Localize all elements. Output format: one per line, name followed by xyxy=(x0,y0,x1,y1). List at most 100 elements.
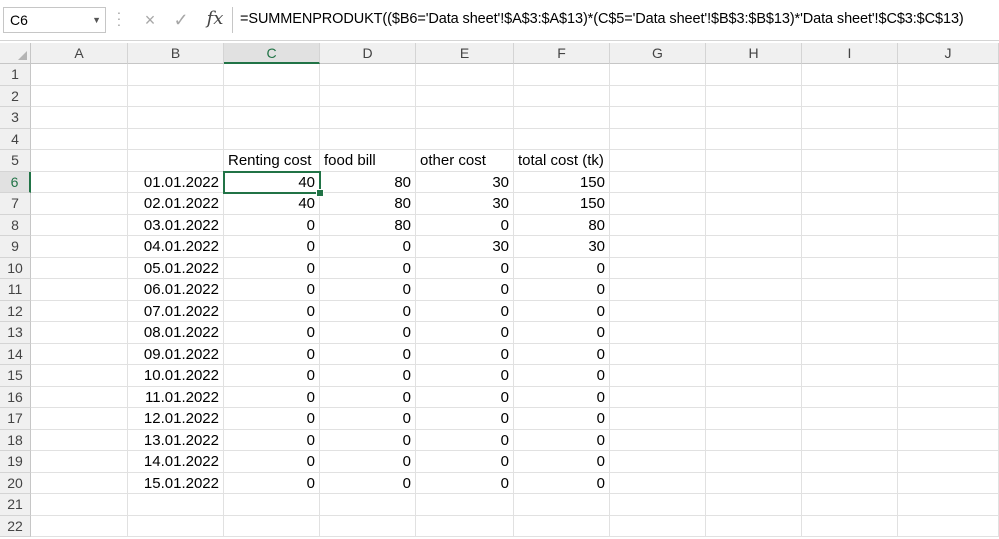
cell-e17[interactable]: 0 xyxy=(416,408,514,430)
row-header-11[interactable]: 11 xyxy=(0,279,31,301)
row-header-16[interactable]: 16 xyxy=(0,386,31,408)
column-header-h[interactable]: H xyxy=(706,43,802,64)
cell-f17[interactable]: 0 xyxy=(514,408,610,430)
cell-j18[interactable] xyxy=(898,429,999,451)
cell-i10[interactable] xyxy=(802,257,898,279)
cell-f7[interactable]: 150 xyxy=(514,193,610,215)
cell-f12[interactable]: 0 xyxy=(514,300,610,322)
cell-b19[interactable]: 14.01.2022 xyxy=(128,451,224,473)
cell-e16[interactable]: 0 xyxy=(416,386,514,408)
cell-a14[interactable] xyxy=(31,343,128,365)
cell-i14[interactable] xyxy=(802,343,898,365)
cell-d22[interactable] xyxy=(320,515,416,537)
cell-i21[interactable] xyxy=(802,494,898,516)
cell-i22[interactable] xyxy=(802,515,898,537)
cell-b1[interactable] xyxy=(128,64,224,86)
cell-i11[interactable] xyxy=(802,279,898,301)
cell-g14[interactable] xyxy=(610,343,706,365)
cell-f6[interactable]: 150 xyxy=(514,171,610,193)
cell-d21[interactable] xyxy=(320,494,416,516)
row-header-21[interactable]: 21 xyxy=(0,494,31,516)
column-header-f[interactable]: F xyxy=(514,43,610,64)
cell-c20[interactable]: 0 xyxy=(224,472,320,494)
cell-d15[interactable]: 0 xyxy=(320,365,416,387)
cell-b16[interactable]: 11.01.2022 xyxy=(128,386,224,408)
cell-a13[interactable] xyxy=(31,322,128,344)
cell-a15[interactable] xyxy=(31,365,128,387)
row-header-18[interactable]: 18 xyxy=(0,429,31,451)
cell-c17[interactable]: 0 xyxy=(224,408,320,430)
row-header-9[interactable]: 9 xyxy=(0,236,31,258)
cell-d13[interactable]: 0 xyxy=(320,322,416,344)
cell-e7[interactable]: 30 xyxy=(416,193,514,215)
cell-c16[interactable]: 0 xyxy=(224,386,320,408)
cell-b10[interactable]: 05.01.2022 xyxy=(128,257,224,279)
cell-i15[interactable] xyxy=(802,365,898,387)
cell-e8[interactable]: 0 xyxy=(416,214,514,236)
insert-function-icon[interactable]: fx xyxy=(202,6,228,32)
cell-d14[interactable]: 0 xyxy=(320,343,416,365)
cell-i20[interactable] xyxy=(802,472,898,494)
cell-b3[interactable] xyxy=(128,107,224,129)
cell-b6[interactable]: 01.01.2022 xyxy=(128,171,224,193)
cell-e5[interactable]: other cost xyxy=(416,150,514,172)
cell-b2[interactable] xyxy=(128,85,224,107)
cell-b8[interactable]: 03.01.2022 xyxy=(128,214,224,236)
cell-h11[interactable] xyxy=(706,279,802,301)
cell-f22[interactable] xyxy=(514,515,610,537)
cell-i16[interactable] xyxy=(802,386,898,408)
cell-j4[interactable] xyxy=(898,128,999,150)
cell-g4[interactable] xyxy=(610,128,706,150)
cell-e9[interactable]: 30 xyxy=(416,236,514,258)
cell-e2[interactable] xyxy=(416,85,514,107)
cell-b9[interactable]: 04.01.2022 xyxy=(128,236,224,258)
cell-b22[interactable] xyxy=(128,515,224,537)
cell-f15[interactable]: 0 xyxy=(514,365,610,387)
cell-f1[interactable] xyxy=(514,64,610,86)
cell-i17[interactable] xyxy=(802,408,898,430)
cancel-icon[interactable]: × xyxy=(137,7,163,33)
cell-c14[interactable]: 0 xyxy=(224,343,320,365)
cell-f9[interactable]: 30 xyxy=(514,236,610,258)
cell-i1[interactable] xyxy=(802,64,898,86)
cell-c15[interactable]: 0 xyxy=(224,365,320,387)
column-header-i[interactable]: I xyxy=(802,43,898,64)
cell-a4[interactable] xyxy=(31,128,128,150)
cell-e4[interactable] xyxy=(416,128,514,150)
cell-h7[interactable] xyxy=(706,193,802,215)
cell-h1[interactable] xyxy=(706,64,802,86)
cell-h16[interactable] xyxy=(706,386,802,408)
cell-h2[interactable] xyxy=(706,85,802,107)
cell-j20[interactable] xyxy=(898,472,999,494)
cell-j10[interactable] xyxy=(898,257,999,279)
cell-g17[interactable] xyxy=(610,408,706,430)
cell-d3[interactable] xyxy=(320,107,416,129)
cell-d20[interactable]: 0 xyxy=(320,472,416,494)
cell-f11[interactable]: 0 xyxy=(514,279,610,301)
cell-h14[interactable] xyxy=(706,343,802,365)
cell-h10[interactable] xyxy=(706,257,802,279)
cell-g5[interactable] xyxy=(610,150,706,172)
cell-g16[interactable] xyxy=(610,386,706,408)
row-header-8[interactable]: 8 xyxy=(0,214,31,236)
cell-c10[interactable]: 0 xyxy=(224,257,320,279)
row-header-4[interactable]: 4 xyxy=(0,128,31,150)
cell-d9[interactable]: 0 xyxy=(320,236,416,258)
cell-g8[interactable] xyxy=(610,214,706,236)
cell-h3[interactable] xyxy=(706,107,802,129)
cell-e14[interactable]: 0 xyxy=(416,343,514,365)
cell-g22[interactable] xyxy=(610,515,706,537)
chevron-down-icon[interactable]: ▼ xyxy=(92,15,101,25)
cell-i9[interactable] xyxy=(802,236,898,258)
cell-a11[interactable] xyxy=(31,279,128,301)
cell-j11[interactable] xyxy=(898,279,999,301)
cell-a8[interactable] xyxy=(31,214,128,236)
cell-i19[interactable] xyxy=(802,451,898,473)
cell-i3[interactable] xyxy=(802,107,898,129)
cell-j9[interactable] xyxy=(898,236,999,258)
cell-d2[interactable] xyxy=(320,85,416,107)
cell-f10[interactable]: 0 xyxy=(514,257,610,279)
cell-a3[interactable] xyxy=(31,107,128,129)
cell-g19[interactable] xyxy=(610,451,706,473)
cell-h19[interactable] xyxy=(706,451,802,473)
